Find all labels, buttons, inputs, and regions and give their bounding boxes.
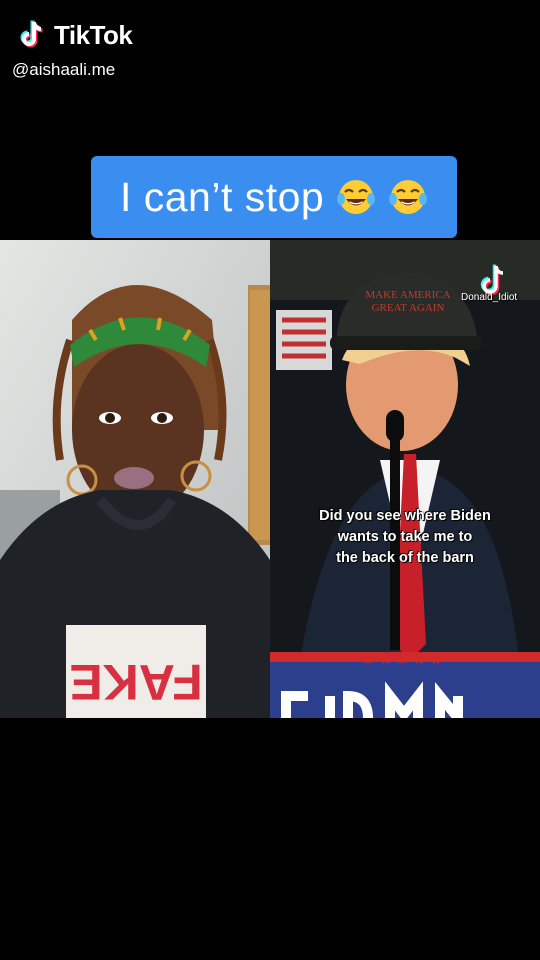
shirt-print-text: FAKE: [69, 654, 202, 710]
video-subtitles: Did you see where Biden wants to take me…: [274, 506, 536, 569]
podium-stars: ★ ★ ★ ★ ★: [362, 652, 443, 668]
tiktok-watermark: TikTok @aishaali.me: [12, 18, 133, 80]
left-video-frame: FAKE: [0, 240, 270, 718]
duet-watermark-handle: Donald_Idiot: [461, 292, 518, 303]
hat-text-line-2: GREAT AGAIN: [372, 302, 445, 314]
tiktok-logo-icon: [20, 20, 43, 48]
caption-banner: I can’t stop: [91, 156, 457, 238]
caption-text: I can’t stop: [120, 174, 428, 221]
tears-of-joy-emoji-icon: [389, 179, 428, 214]
watermark-brand: TikTok: [54, 19, 133, 50]
watermark-brand-row: TikTok: [16, 18, 133, 52]
hat-text-line-1: MAKE AMERICA: [365, 289, 450, 301]
subtitle-line: wants to take me to: [337, 529, 473, 545]
watermark-handle: @aishaali.me: [12, 60, 116, 79]
caption-label: I can’t stop: [119, 173, 325, 220]
tears-of-joy-emoji-icon: [337, 179, 376, 214]
subtitle-line: Did you see where Biden: [319, 508, 491, 524]
left-video[interactable]: FAKE: [0, 240, 270, 718]
subtitle-line: the back of the barn: [336, 550, 474, 566]
